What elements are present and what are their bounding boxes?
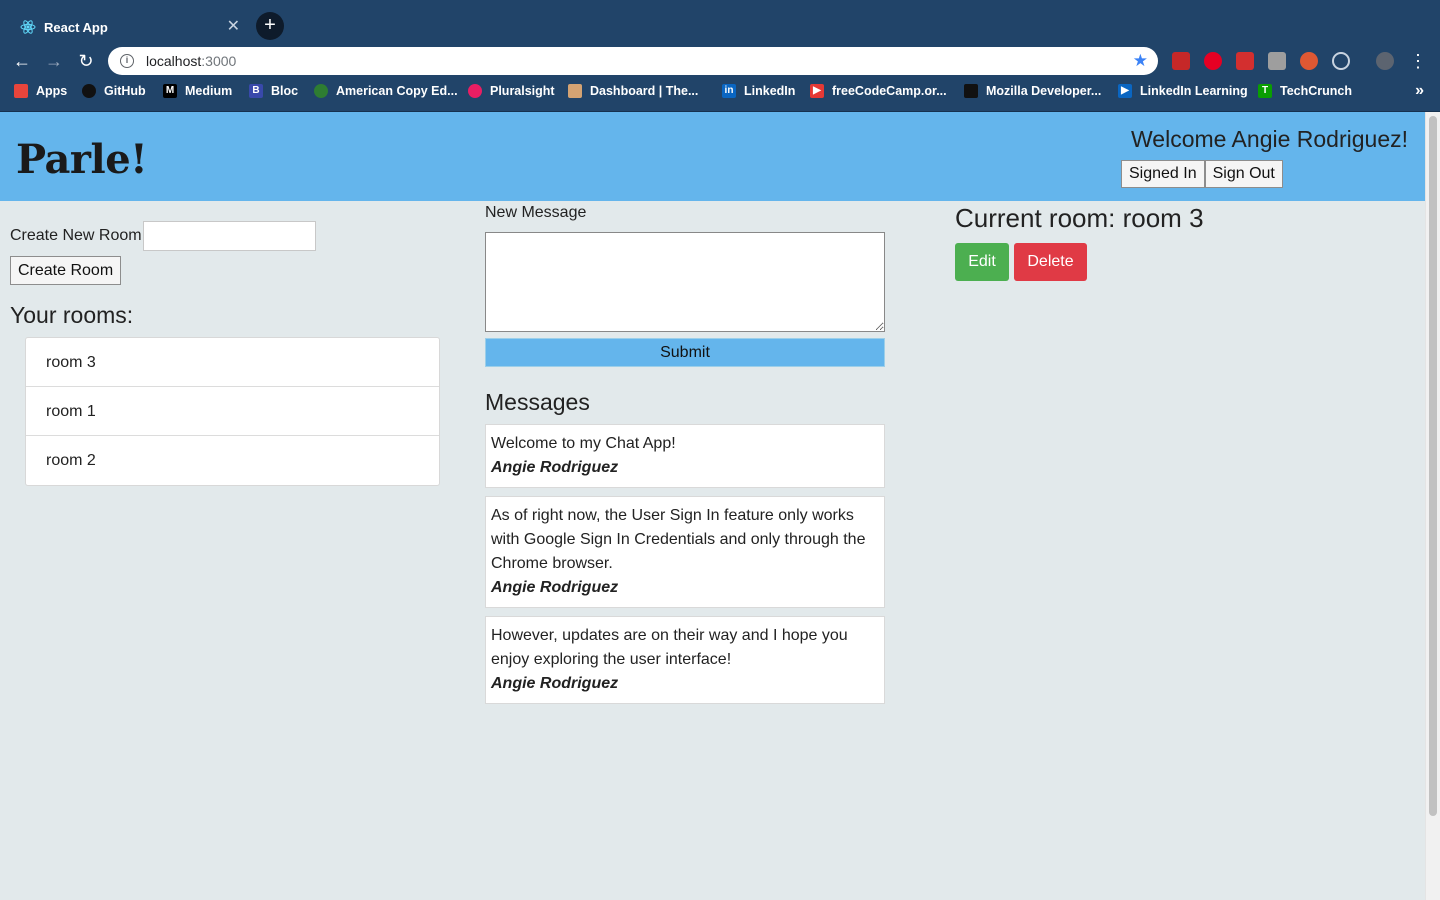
bookmark-freecodecamp[interactable]: ▶ freeCodeCamp.or... — [810, 84, 947, 98]
browser-toolbar: ← → ↻ i localhost:3000 ★ ⋮ — [0, 46, 1440, 76]
apps-grid-icon — [14, 84, 28, 98]
extension-icon[interactable] — [1332, 52, 1350, 70]
dashboard-icon — [568, 84, 582, 98]
message-text: However, updates are on their way and I … — [491, 627, 848, 668]
message-card: As of right now, the User Sign In featur… — [485, 496, 885, 608]
forward-arrow-icon[interactable]: → — [42, 49, 66, 73]
page-scrollbar[interactable] — [1425, 112, 1440, 900]
browser-tab-strip: React App ✕ + — [0, 0, 1440, 46]
bookmark-linkedin-learning[interactable]: ▶ LinkedIn Learning — [1118, 84, 1248, 98]
bookmark-pluralsight[interactable]: Pluralsight — [468, 84, 555, 98]
american-copy-icon — [314, 84, 328, 98]
room-list: room 3 room 1 room 2 — [25, 337, 440, 486]
message-text: As of right now, the User Sign In featur… — [491, 507, 866, 572]
menu-kebab-icon[interactable]: ⋮ — [1406, 49, 1430, 73]
room-item[interactable]: room 1 — [26, 387, 439, 436]
bookmark-dashboard[interactable]: Dashboard | The... — [568, 84, 698, 98]
linkedin-icon: in — [722, 84, 736, 98]
pinterest-icon[interactable] — [1204, 52, 1222, 70]
address-bar[interactable]: i localhost:3000 ★ — [108, 47, 1158, 75]
pluralsight-icon — [468, 84, 482, 98]
close-tab-icon[interactable]: ✕ — [227, 18, 240, 36]
edit-room-button[interactable]: Edit — [955, 243, 1009, 281]
reload-icon[interactable]: ↻ — [74, 49, 98, 73]
message-author: Angie Rodriguez — [491, 675, 619, 692]
bookmark-github[interactable]: GitHub — [82, 84, 146, 98]
chat-column: New Message Submit Messages Welcome to m… — [485, 204, 885, 704]
profile-avatar[interactable] — [1376, 52, 1394, 70]
bloc-icon: B — [249, 84, 263, 98]
create-room-row: Create New Room — [10, 221, 440, 251]
app-header: Parle! Welcome Angie Rodriguez! Signed I… — [0, 112, 1425, 201]
extension-icon[interactable] — [1236, 52, 1254, 70]
bookmark-american-copy[interactable]: American Copy Ed... — [314, 84, 458, 98]
create-room-button[interactable]: Create Room — [10, 256, 122, 285]
bookmark-techcrunch[interactable]: T TechCrunch — [1258, 84, 1352, 98]
bookmark-medium[interactable]: M Medium — [163, 84, 232, 98]
freecodecamp-icon: ▶ — [810, 84, 824, 98]
bookmarks-bar: Apps GitHub M Medium B Bloc American Copy … — [0, 76, 1440, 112]
new-message-label: New Message — [485, 204, 587, 221]
current-room-title: Current room: room 3 — [955, 203, 1204, 233]
message-textarea[interactable] — [485, 232, 885, 332]
bookmark-star-icon[interactable]: ★ — [1133, 51, 1148, 71]
signed-in-button[interactable]: Signed In — [1121, 160, 1205, 188]
url-port: :3000 — [201, 53, 237, 69]
back-arrow-icon[interactable]: ← — [10, 49, 34, 73]
new-room-input[interactable] — [142, 221, 316, 251]
delete-room-button[interactable]: Delete — [1014, 243, 1087, 281]
bookmark-linkedin[interactable]: in LinkedIn — [722, 84, 795, 98]
auth-buttons: Signed In Sign Out — [1121, 160, 1283, 188]
room-actions: Edit Delete — [955, 243, 1204, 281]
rooms-heading: Your rooms: — [10, 302, 134, 328]
mozilla-icon — [964, 84, 978, 98]
message-author: Angie Rodriguez — [491, 579, 619, 596]
new-tab-button[interactable]: + — [256, 12, 284, 40]
bloc-extension-icon[interactable] — [1268, 52, 1286, 70]
room-item[interactable]: room 3 — [26, 338, 439, 387]
extension-icon[interactable] — [1172, 52, 1190, 70]
site-info-icon[interactable]: i — [120, 54, 134, 68]
message-card: Welcome to my Chat App! Angie Rodriguez — [485, 424, 885, 488]
bookmark-mozilla[interactable]: Mozilla Developer... — [964, 84, 1101, 98]
scrollbar-thumb[interactable] — [1429, 116, 1437, 816]
message-card: However, updates are on their way and I … — [485, 616, 885, 704]
linkedin-learning-icon: ▶ — [1118, 84, 1132, 98]
bookmark-bloc[interactable]: B Bloc — [249, 84, 298, 98]
github-icon — [82, 84, 96, 98]
medium-icon: M — [163, 84, 177, 98]
duckduckgo-icon[interactable] — [1300, 52, 1318, 70]
message-text: Welcome to my Chat App! — [491, 435, 676, 452]
app-title: Parle! — [16, 136, 148, 183]
sign-out-button[interactable]: Sign Out — [1204, 160, 1283, 188]
welcome-text: Welcome Angie Rodriguez! — [1131, 126, 1408, 152]
submit-button[interactable]: Submit — [485, 338, 885, 367]
room-panel: Current room: room 3 Edit Delete — [955, 203, 1204, 281]
browser-tab[interactable]: React App ✕ — [8, 8, 248, 46]
url-host: localhost — [146, 53, 202, 69]
create-room-label: Create New Room — [10, 227, 142, 244]
more-bookmarks-icon[interactable]: » — [1415, 82, 1424, 100]
bookmark-apps[interactable]: Apps — [14, 84, 67, 98]
message-author: Angie Rodriguez — [491, 459, 619, 476]
tab-title: React App — [44, 19, 108, 35]
techcrunch-icon: T — [1258, 84, 1272, 98]
room-item[interactable]: room 2 — [26, 436, 439, 485]
room-sidebar: Create New Room Create Room Your rooms: … — [10, 221, 440, 486]
messages-heading: Messages — [485, 389, 590, 415]
react-logo-icon — [20, 19, 36, 35]
